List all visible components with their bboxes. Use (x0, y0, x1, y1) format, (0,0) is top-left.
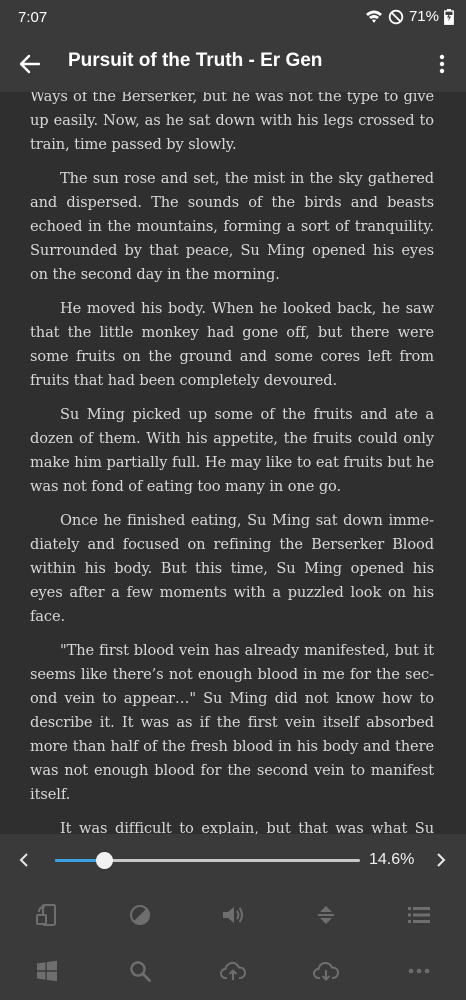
list-icon (408, 906, 431, 923)
progress-bar-row: 14.6% (0, 834, 466, 886)
bottom-toolbar (0, 886, 466, 1000)
battery-percent: 71% (408, 8, 439, 25)
paragraph: Once he finished eating, Su Ming sat dow… (30, 512, 434, 625)
reader-text: Ways of the Berserker, but he was not th… (30, 92, 434, 834)
text-to-speech-button[interactable] (186, 886, 279, 943)
windows-icon (36, 960, 57, 981)
paragraph: He moved his body. When he looked back, … (30, 300, 434, 389)
search-button[interactable] (93, 942, 186, 999)
search-icon (130, 960, 151, 982)
next-chapter-button[interactable] (429, 848, 453, 872)
line-spacing-button[interactable] (280, 886, 373, 943)
reader-page[interactable]: Ways of the Berserker, but he was not th… (0, 92, 466, 834)
more-horizontal-icon (409, 968, 430, 973)
volume-icon (223, 906, 243, 923)
toolbar-row-2 (0, 942, 466, 999)
book-title: Pursuit of the Truth - Er Gen (68, 50, 323, 71)
screen-rotation-icon (35, 903, 56, 926)
do-not-disturb-icon (388, 9, 404, 25)
chevron-left-icon (19, 853, 28, 867)
table-of-contents-button[interactable] (373, 886, 466, 943)
status-icons: 71% (365, 8, 454, 25)
paragraph: The sun rose and set, the mist in the sk… (30, 170, 434, 283)
screen-orientation-button[interactable] (0, 886, 93, 943)
paragraph: It was difficult to explain, but that wa… (60, 820, 434, 834)
overflow-menu-button[interactable] (432, 48, 452, 80)
brightness-button[interactable] (93, 886, 186, 943)
progress-slider[interactable] (55, 852, 360, 869)
battery-charging-icon (444, 8, 454, 25)
cloud-download-icon (313, 961, 340, 981)
chevron-right-icon (437, 853, 446, 867)
toolbar-row-1 (0, 886, 466, 943)
more-vertical-icon (439, 54, 445, 74)
wifi-icon (365, 9, 383, 25)
paragraph: Ways of the Berserker, but he was not th… (30, 92, 434, 153)
progress-thumb[interactable] (96, 852, 113, 869)
cloud-download-button[interactable] (280, 942, 373, 999)
contrast-icon (129, 904, 150, 925)
app-bar: Pursuit of the Truth - Er Gen (0, 36, 466, 92)
vertical-spacing-icon (318, 905, 335, 924)
windows-button[interactable] (0, 942, 93, 999)
status-time: 7:07 (18, 9, 48, 26)
cloud-upload-button[interactable] (186, 942, 279, 999)
status-bar: 7:07 71% (0, 0, 466, 36)
paragraph: Su Ming picked up some of the fruits and… (30, 406, 434, 495)
paragraph: "The first blood vein has already manife… (30, 642, 434, 803)
previous-chapter-button[interactable] (12, 848, 36, 872)
progress-percent: 14.6% (369, 851, 415, 868)
back-button[interactable] (14, 48, 46, 80)
cloud-upload-icon (220, 961, 246, 980)
more-options-button[interactable] (373, 942, 466, 999)
arrow-back-icon (19, 54, 41, 74)
